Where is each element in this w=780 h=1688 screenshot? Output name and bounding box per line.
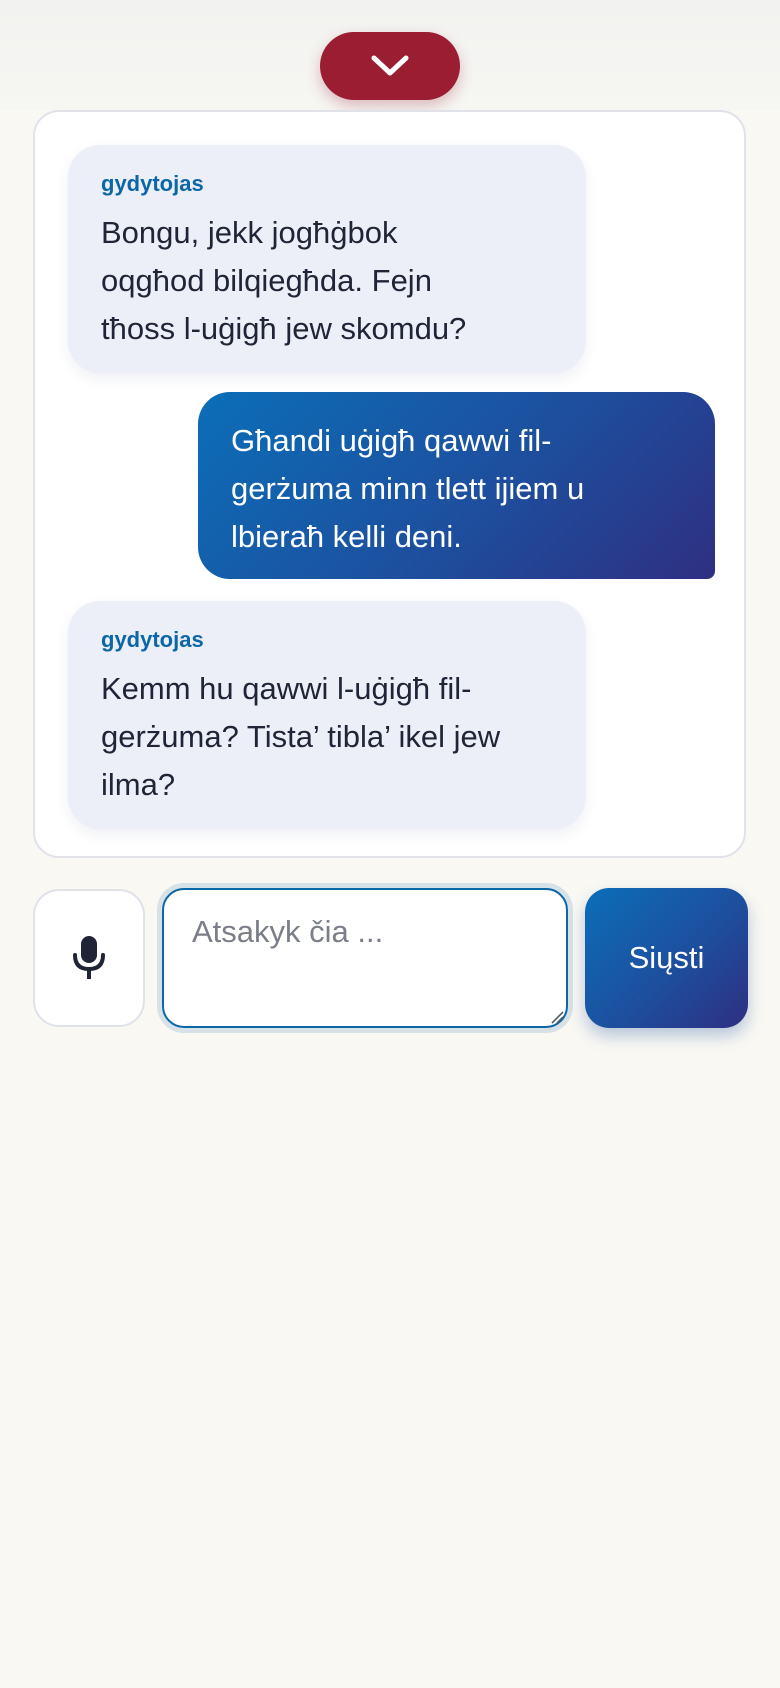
collapse-button[interactable] [320,32,460,100]
message-text: Bongu, jekk jogħġbok oqgħod bilqiegħda. … [101,209,553,353]
reply-input[interactable] [162,888,568,1028]
message-bubble-user: Għandi uġigħ qawwi fil- gerżuma minn tle… [198,392,715,579]
message-bubble-doctor: gydytojas Kemm hu qawwi l-uġigħ fil- ger… [68,601,586,829]
message-line: Kemm hu qawwi l-uġigħ fil- [101,671,472,706]
message-line: oqgħod bilqiegħda. Fejn [101,263,432,298]
message-line: gerżuma? Tista’ tibla’ ikel jew [101,719,501,754]
chevron-down-icon [371,55,409,76]
message-line: lbieraħ kelli deni. [231,519,462,554]
resize-handle-icon[interactable] [550,1010,564,1024]
message-sender: gydytojas [101,171,204,196]
message-bubble-doctor: gydytojas Bongu, jekk jogħġbok oqgħod bi… [68,145,586,373]
microphone-icon [73,936,105,979]
message-line: ilma? [101,767,176,802]
chat-panel: gydytojas Bongu, jekk jogħġbok oqgħod bi… [33,110,746,858]
message-line: gerżuma minn tlett ijiem u [231,471,585,506]
send-button[interactable]: Siųsti [585,888,748,1028]
microphone-button[interactable] [33,889,145,1027]
message-line: Għandi uġigħ qawwi fil- [231,423,552,458]
message-text: Għandi uġigħ qawwi fil- gerżuma minn tle… [231,417,682,561]
message-text: Kemm hu qawwi l-uġigħ fil- gerżuma? Tist… [101,665,553,809]
message-line: tħoss l-uġigħ jew skomdu? [101,311,467,346]
message-sender: gydytojas [101,627,204,652]
message-line: Bongu, jekk jogħġbok [101,215,398,250]
